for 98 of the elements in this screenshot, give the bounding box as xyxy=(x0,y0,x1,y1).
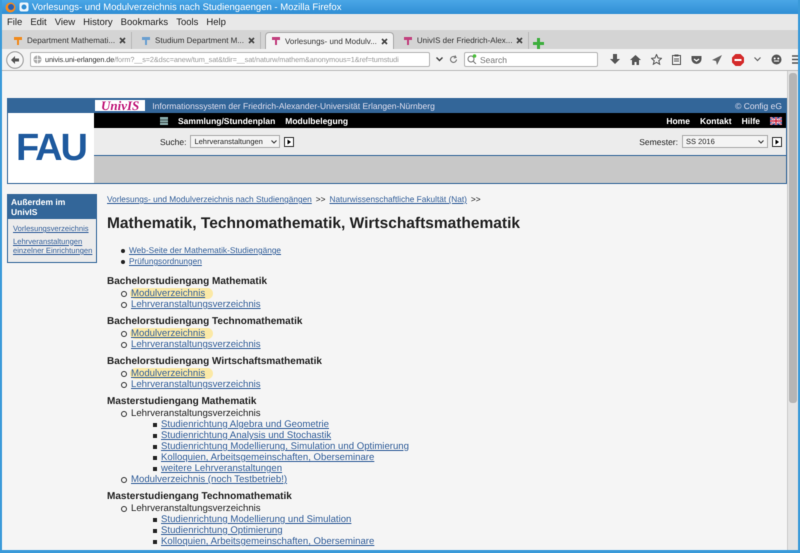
semester-label: Semester: xyxy=(639,136,678,146)
close-icon[interactable] xyxy=(380,38,388,44)
menu-item[interactable]: File xyxy=(7,16,22,28)
bullet-icon xyxy=(153,422,157,426)
bullet-icon xyxy=(121,370,127,376)
list-link[interactable]: Lehrveranstaltungsverzeichnis xyxy=(131,299,261,310)
nav-link[interactable]: Home xyxy=(666,116,690,126)
bullet-icon xyxy=(153,528,157,532)
home-icon[interactable] xyxy=(630,54,641,64)
info-text: Informationssystem der Friedrich-Alexander-Universität Erlangen-Nürnberg xyxy=(151,101,436,111)
sidebar-title: Außerdem im UnivIS xyxy=(8,195,96,219)
list-link[interactable]: Studienrichtung Modellierung und Simulation xyxy=(161,514,352,525)
bullet-icon xyxy=(121,382,127,388)
menu-item[interactable]: View xyxy=(54,16,76,28)
bullet-icon xyxy=(153,518,157,522)
app-icon xyxy=(19,2,29,12)
section-heading: Bachelorstudiengang Wirtschaftsmathematik xyxy=(107,355,323,368)
bullet-icon xyxy=(153,466,157,470)
caret-icon xyxy=(758,140,764,144)
bullet-icon xyxy=(121,248,125,252)
menu-item[interactable]: Bookmarks xyxy=(120,16,168,28)
list-link[interactable]: Kolloquien, Arbeitsgemeinschaften, Oberseminare xyxy=(161,452,374,463)
go-button[interactable] xyxy=(772,136,782,146)
download-icon[interactable] xyxy=(610,54,620,65)
nav-link[interactable]: Sammlung/Stundenplan xyxy=(178,116,276,126)
search-label: Suche: xyxy=(160,136,186,146)
bullet-icon xyxy=(121,410,127,416)
list-link[interactable]: Studienrichtung Modellierung, Simulation und Optimierung xyxy=(161,441,409,452)
nav-link[interactable]: Kontakt xyxy=(700,116,732,126)
search-field[interactable]: Search xyxy=(464,52,598,67)
section-heading: Bachelorstudiengang Technomathematik xyxy=(107,315,304,328)
calendar-icon xyxy=(160,116,168,124)
menu-item[interactable]: Help xyxy=(206,16,226,28)
menu-item[interactable]: Tools xyxy=(176,16,198,28)
section-heading: Bachelorstudiengang Mathematik xyxy=(107,275,268,288)
bullet-icon xyxy=(153,456,157,460)
page-link[interactable]: Web-Seite der Mathematik-Studiengänge xyxy=(129,245,282,256)
bullet-icon xyxy=(121,330,127,336)
back-button[interactable] xyxy=(6,50,24,68)
breadcrumb-link[interactable]: Vorlesungs- und Modulverzeichnis nach Studiengängen xyxy=(107,194,312,205)
breadcrumb-separator: >> xyxy=(316,194,326,205)
list-link[interactable]: Studienrichtung Optimierung xyxy=(161,525,283,536)
close-icon[interactable] xyxy=(516,37,524,44)
breadcrumb-separator: >> xyxy=(470,194,481,205)
page-heading: Mathematik, Technomathematik, Wirtschaftsmathematik xyxy=(107,215,522,233)
univis-logo: UnivIS xyxy=(94,99,146,112)
list-link[interactable]: Modulverzeichnis (noch Testbetrieb!) xyxy=(131,474,288,485)
scrollbar-thumb[interactable] xyxy=(789,73,797,403)
clipboard-icon[interactable] xyxy=(672,54,681,65)
list-link[interactable]: Lehrveranstaltungsverzeichnis xyxy=(131,339,261,350)
list-text: Lehrveranstaltungsverzeichnis xyxy=(131,408,261,419)
bullet-icon xyxy=(121,476,127,482)
nav-link[interactable]: Hilfe xyxy=(742,116,760,126)
list-link[interactable]: weitere Lehrveranstaltungen xyxy=(161,463,282,474)
bullet-icon xyxy=(121,342,127,348)
browser-tab[interactable]: Vorlesungs- und Modulv... xyxy=(264,32,394,49)
copyright-text: © Config eG xyxy=(735,101,782,111)
fau-logo: FAU xyxy=(16,128,86,168)
bullet-icon xyxy=(153,444,157,448)
smiley-icon[interactable] xyxy=(771,54,782,65)
page-link[interactable]: Prüfungsordnungen xyxy=(129,256,202,267)
list-text: Lehrveranstaltungsverzeichnis xyxy=(131,503,261,514)
menu-item[interactable]: History xyxy=(83,16,113,28)
pocket-icon[interactable] xyxy=(691,54,702,64)
adblock-icon[interactable] xyxy=(732,54,744,66)
firefox-icon xyxy=(5,2,16,12)
dropdown-caret-icon[interactable] xyxy=(754,57,761,62)
bullet-icon xyxy=(121,302,127,308)
section-heading: Masterstudiengang Technomathematik xyxy=(107,490,293,503)
go-button[interactable] xyxy=(284,136,294,146)
bullet-icon xyxy=(121,290,127,296)
globe-icon xyxy=(33,55,42,64)
list-link[interactable]: Studienrichtung Analysis und Stochastik xyxy=(161,430,332,441)
menu-item[interactable]: Edit xyxy=(30,16,47,28)
window-title: Vorlesungs- und Modulverzeichnis nach Studiengaengen - Mozilla Firefox xyxy=(32,2,342,12)
list-link[interactable]: Modulverzeichnis xyxy=(130,368,214,379)
list-link[interactable]: Kolloquien, Arbeitsgemeinschaften, Oberseminare xyxy=(161,536,374,547)
bullet-icon xyxy=(153,434,157,438)
bullet-icon xyxy=(121,260,125,264)
nav-link[interactable]: Modulbelegung xyxy=(285,116,348,126)
search-icon xyxy=(467,54,477,64)
list-link[interactable]: Modulverzeichnis xyxy=(130,328,214,339)
reload-icon[interactable] xyxy=(449,55,458,64)
list-link[interactable]: Modulverzeichnis xyxy=(130,288,214,299)
list-link[interactable]: Studienrichtung Algebra und Geometrie xyxy=(161,419,329,430)
list-link[interactable]: Lehrveranstaltungsverzeichnis xyxy=(131,379,261,390)
close-icon[interactable] xyxy=(119,37,126,44)
section-heading: Masterstudiengang Mathematik xyxy=(107,395,258,408)
bullet-icon xyxy=(153,540,157,544)
caret-icon xyxy=(270,140,277,144)
scrollbar[interactable] xyxy=(787,71,798,550)
bookmark-star-icon[interactable] xyxy=(651,54,662,65)
close-icon[interactable] xyxy=(248,37,255,44)
breadcrumb-link[interactable]: Naturwissenschaftliche Fakultät (Nat) xyxy=(330,194,467,205)
bullet-icon xyxy=(121,506,127,512)
dropdown-caret-icon[interactable] xyxy=(436,57,443,62)
send-icon[interactable] xyxy=(712,54,722,64)
uk-flag-icon[interactable] xyxy=(770,116,782,124)
